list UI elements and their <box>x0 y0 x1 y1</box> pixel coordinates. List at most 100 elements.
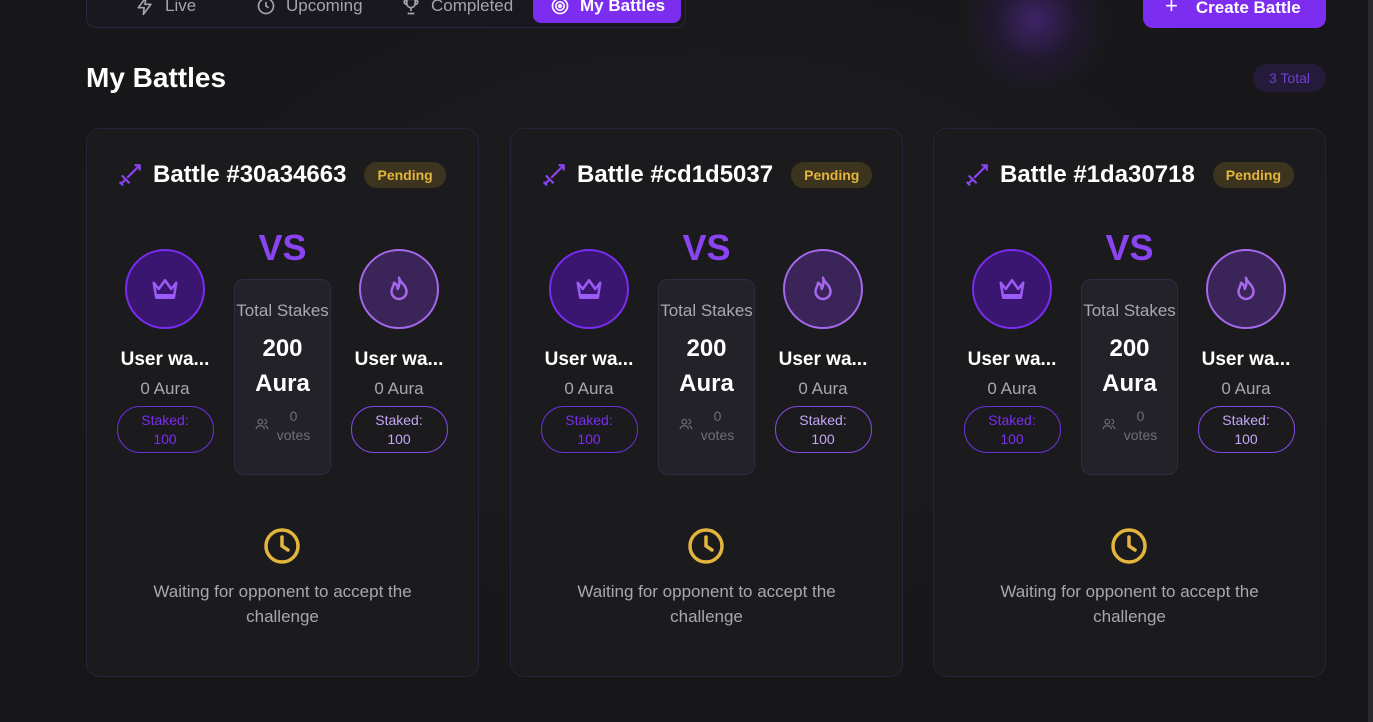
player-name: User wa... <box>544 349 634 370</box>
staked-label: Staked: <box>799 411 847 428</box>
player-aura: 0 Aura <box>564 379 614 398</box>
staked-badge: Staked: 100 <box>963 406 1061 453</box>
crown-icon <box>576 279 602 299</box>
votes-count: 0 <box>1136 408 1145 424</box>
plus-icon: + <box>1165 0 1178 18</box>
total-stakes-label: Total Stakes <box>236 301 329 320</box>
staked-badge: Staked: 100 <box>350 406 448 453</box>
total-stakes-box: Total Stakes 200 Aura 0 votes <box>234 279 331 475</box>
votes: 0 votes <box>235 407 330 445</box>
clock-icon <box>688 528 724 564</box>
battle-title: Battle #1da30718 <box>1000 161 1195 188</box>
staked-badge: Staked: 100 <box>774 406 872 453</box>
player-name: User wa... <box>967 349 1057 370</box>
staked-value: 100 <box>577 430 601 447</box>
staked-label: Staked: <box>988 411 1036 428</box>
flame-icon <box>814 276 832 301</box>
crown-icon <box>152 279 178 299</box>
player-name: User wa... <box>778 349 868 370</box>
player-aura: 0 Aura <box>374 379 424 398</box>
page-title: My Battles <box>86 62 227 93</box>
tab-live-label: Live <box>165 0 197 15</box>
staked-value: 100 <box>1000 430 1024 447</box>
player-two: User wa... 0 Aura Staked: 100 <box>768 249 878 453</box>
trophy-icon <box>403 0 419 15</box>
battle-card-header: Battle #30a34663 Pending <box>117 161 446 189</box>
tab-my-battles[interactable]: My Battles <box>533 0 681 23</box>
votes: 0 votes <box>1082 407 1177 445</box>
tab-completed[interactable]: Completed <box>387 0 527 23</box>
flame-icon <box>390 276 408 301</box>
votes-label: votes <box>1123 427 1158 443</box>
staked-value: 100 <box>1234 430 1258 447</box>
zap-icon <box>137 0 152 16</box>
waiting-message: Waiting for opponent to accept the chall… <box>1000 582 1259 626</box>
avatar[interactable] <box>783 249 863 329</box>
battle-tabs: Live Upcoming Completed My Battles <box>86 0 686 28</box>
staked-label: Staked: <box>565 411 613 428</box>
sword-icon <box>543 164 565 186</box>
total-count-badge: 3 Total <box>1253 64 1326 92</box>
avatar[interactable] <box>1206 249 1286 329</box>
staked-label: Staked: <box>375 411 423 428</box>
staked-label: Staked: <box>141 411 189 428</box>
battle-title: Battle #cd1d5037 <box>577 161 774 188</box>
page: Live Upcoming Completed My Battles + Cre… <box>0 0 1373 722</box>
total-stakes-value: 200 Aura <box>255 335 310 397</box>
clock-icon <box>264 528 300 564</box>
status-badge: Pending <box>1212 162 1295 188</box>
battle-card-header: Battle #1da30718 Pending <box>964 161 1295 189</box>
votes: 0 votes <box>659 407 754 445</box>
avatar[interactable] <box>359 249 439 329</box>
avatar[interactable] <box>549 249 629 329</box>
waiting-message: Waiting for opponent to accept the chall… <box>153 582 412 626</box>
sword-icon <box>966 164 988 186</box>
tab-my-battles-label: My Battles <box>580 0 666 15</box>
total-stakes-value: 200 Aura <box>1102 335 1157 397</box>
scrollbar-track[interactable] <box>1368 0 1373 722</box>
player-one: User wa... 0 Aura Staked: 100 <box>110 249 220 453</box>
player-aura: 0 Aura <box>798 379 848 398</box>
target-icon <box>551 0 569 15</box>
player-name: User wa... <box>354 349 444 370</box>
votes-label: votes <box>276 427 311 443</box>
battle-title: Battle #30a34663 <box>153 161 347 188</box>
battle-card[interactable]: Battle #cd1d5037 Pending VS User wa... 0… <box>510 128 903 677</box>
player-aura: 0 Aura <box>140 379 190 398</box>
staked-badge: Staked: 100 <box>116 406 214 453</box>
users-icon <box>255 418 269 430</box>
total-stakes-label: Total Stakes <box>660 301 753 320</box>
staked-badge: Staked: 100 <box>540 406 638 453</box>
battle-card[interactable]: Battle #30a34663 Pending VS User wa... 0… <box>86 128 479 677</box>
tab-live[interactable]: Live <box>121 0 210 23</box>
flame-icon <box>1237 276 1255 301</box>
tab-upcoming-label: Upcoming <box>286 0 363 15</box>
tab-upcoming[interactable]: Upcoming <box>242 0 377 23</box>
player-name: User wa... <box>1201 349 1291 370</box>
total-stakes-label: Total Stakes <box>1083 301 1176 320</box>
battle-card[interactable]: Battle #1da30718 Pending VS User wa... 0… <box>933 128 1326 677</box>
status-badge: Pending <box>364 162 446 188</box>
create-battle-button[interactable]: + Create Battle <box>1143 0 1326 28</box>
total-stakes-box: Total Stakes 200 Aura 0 votes <box>658 279 755 475</box>
avatar[interactable] <box>125 249 205 329</box>
users-icon <box>679 418 693 430</box>
sword-icon <box>119 164 141 186</box>
staked-value: 100 <box>811 430 835 447</box>
votes-label: votes <box>700 427 735 443</box>
player-one: User wa... 0 Aura Staked: 100 <box>534 249 644 453</box>
player-one: User wa... 0 Aura Staked: 100 <box>957 249 1067 453</box>
users-icon <box>1102 418 1116 430</box>
avatar[interactable] <box>972 249 1052 329</box>
total-stakes-value: 200 Aura <box>679 335 734 397</box>
staked-value: 100 <box>387 430 411 447</box>
staked-badge: Staked: 100 <box>1197 406 1295 453</box>
player-two: User wa... 0 Aura Staked: 100 <box>1191 249 1301 453</box>
clock-icon <box>1111 528 1147 564</box>
votes-count: 0 <box>713 408 722 424</box>
battle-card-header: Battle #cd1d5037 Pending <box>541 161 873 189</box>
player-name: User wa... <box>120 349 210 370</box>
total-stakes-box: Total Stakes 200 Aura 0 votes <box>1081 279 1178 475</box>
staked-value: 100 <box>153 430 177 447</box>
staked-label: Staked: <box>1222 411 1270 428</box>
